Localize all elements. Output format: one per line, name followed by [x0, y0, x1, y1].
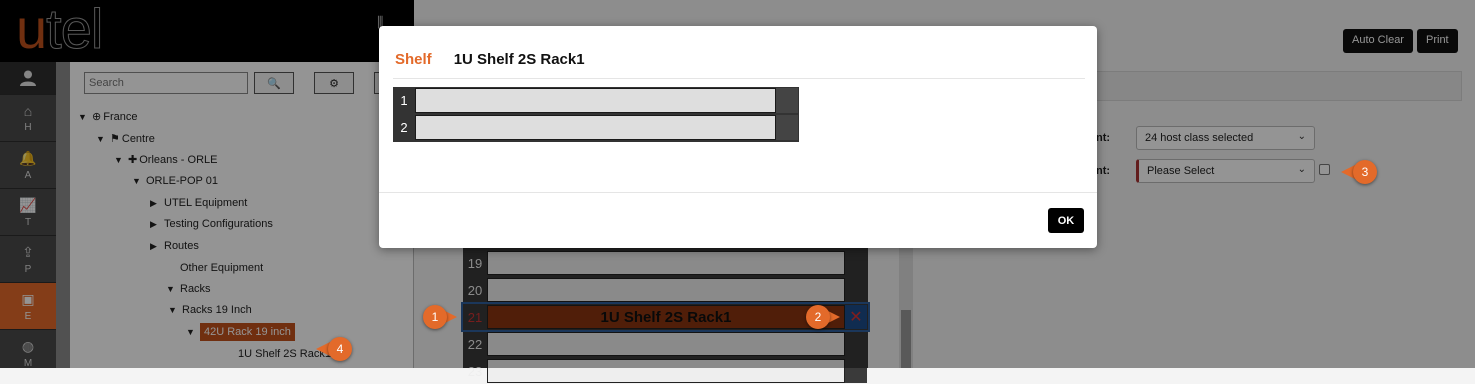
callout-number: 4	[328, 337, 352, 361]
step-callout-3: 3	[1341, 160, 1377, 184]
callout-number: 3	[1353, 160, 1377, 184]
callout-number: 2	[806, 305, 830, 329]
ok-button[interactable]: OK	[1048, 208, 1084, 233]
divider	[379, 192, 1097, 193]
slot-rail	[776, 88, 798, 113]
slot-number: 2	[400, 120, 408, 135]
shelf-slot[interactable]	[415, 115, 776, 140]
modal-title: 1U Shelf 2S Rack1	[453, 51, 585, 68]
divider	[393, 78, 1085, 79]
shelf-slot[interactable]	[415, 88, 776, 113]
step-callout-1: 1	[423, 305, 459, 329]
shelf-modal: Shelf 1U Shelf 2S Rack1 12 OK	[379, 26, 1097, 248]
shelf-slot-row[interactable]: 2	[393, 114, 799, 141]
slot-rail	[776, 115, 798, 140]
step-callout-2: 2	[806, 305, 842, 329]
shelf-slot-row[interactable]: 1	[393, 87, 799, 114]
callout-number: 1	[423, 305, 447, 329]
shelf-slots: 12	[393, 87, 799, 142]
modal-header: Shelf 1U Shelf 2S Rack1	[395, 51, 585, 68]
modal-key-label: Shelf	[395, 51, 432, 68]
slot-number: 1	[400, 93, 408, 108]
step-callout-4: 4	[316, 337, 352, 361]
